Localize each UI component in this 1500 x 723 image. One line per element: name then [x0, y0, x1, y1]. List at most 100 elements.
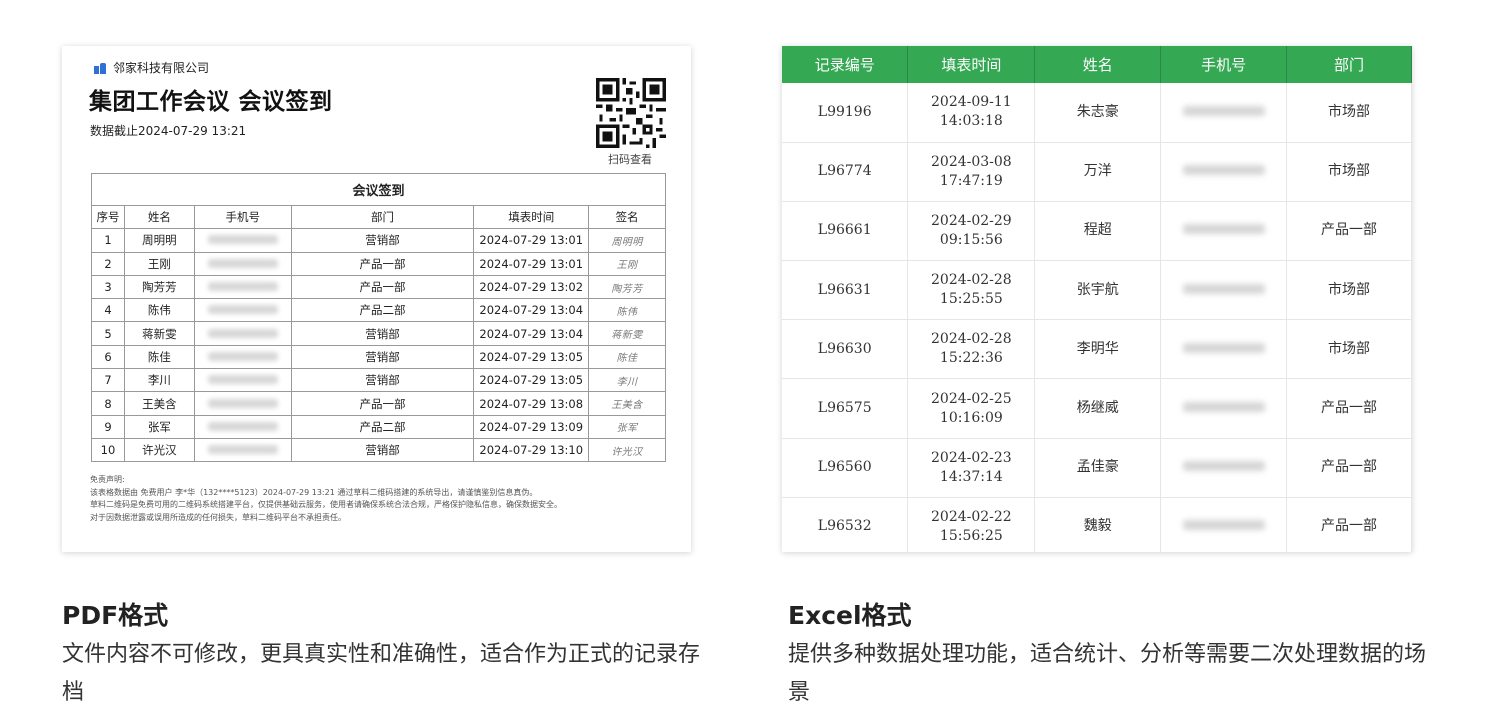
qr-code-icon: [596, 78, 666, 148]
fill-date: 2024-02-25: [931, 390, 1012, 407]
excel-column-header: 填表时间: [907, 46, 1036, 83]
fill-clock: 15:25:55: [939, 291, 1003, 308]
record-id: L99196: [782, 83, 909, 143]
row-name: 陈伟: [123, 298, 195, 323]
department: 市场部: [1286, 83, 1412, 143]
blurred-phone: [207, 235, 278, 245]
record-id: L96774: [782, 142, 909, 202]
blurred-phone: [207, 445, 278, 455]
fill-date: 2024-02-23: [931, 449, 1012, 466]
phone-cell: [1160, 201, 1288, 262]
row-phone: [193, 321, 292, 346]
phone-cell: [1160, 142, 1288, 202]
row-time: 2024-07-29 13:02: [473, 274, 590, 300]
phone-cell: [1160, 319, 1288, 380]
row-time: 2024-07-29 13:05: [473, 368, 590, 393]
fill-time: 2024-02-28 15:25:55: [907, 260, 1036, 321]
fill-date: 2024-09-11: [931, 94, 1012, 111]
department: 产品一部: [1286, 378, 1412, 439]
table-caption: 会议签到: [91, 173, 666, 206]
row-signature: 陶芳芳: [588, 274, 666, 300]
row-department: 营销部: [290, 228, 475, 253]
row-number: 9: [91, 414, 125, 439]
blurred-phone: [1182, 342, 1265, 353]
table-row: 9 张军 产品二部 2024-07-29 13:09 张军: [91, 414, 666, 439]
department: 市场部: [1286, 319, 1412, 380]
row-name: 陈佳: [123, 344, 195, 370]
table-row: 4 陈伟 产品二部 2024-07-29 13:04 陈伟: [91, 298, 666, 323]
blurred-phone: [207, 282, 278, 292]
phone-cell: [1160, 260, 1288, 321]
column-header: 序号: [91, 204, 125, 230]
row-time: 2024-07-29 13:04: [473, 298, 590, 323]
excel-column-header: 手机号: [1160, 46, 1288, 83]
fill-time: 2024-02-22 15:56:25: [907, 497, 1036, 552]
fill-clock: 14:37:14: [939, 468, 1003, 485]
column-header: 手机号: [193, 204, 292, 230]
person-name: 孟佳豪: [1034, 438, 1162, 498]
excel-format-description: 提供多种数据处理功能，适合统计、分析等需要二次处理数据的场景: [788, 642, 1427, 705]
pdf-format-title: PDF格式: [62, 601, 169, 630]
column-header: 部门: [290, 204, 475, 230]
blurred-phone: [1182, 105, 1265, 116]
table-row: 10 许光汉 营销部 2024-07-29 13:10 许光汉: [91, 437, 666, 463]
blurred-phone: [1182, 224, 1265, 235]
data-deadline: 数据截止2024-07-29 13:21: [90, 124, 247, 138]
person-name: 李明华: [1034, 319, 1162, 380]
table-row: 2 王刚 产品一部 2024-07-29 13:01 王刚: [91, 251, 666, 276]
blurred-phone: [1182, 165, 1265, 176]
row-phone: [193, 251, 292, 276]
row-department: 营销部: [290, 368, 475, 393]
fill-clock: 09:15:56: [939, 231, 1003, 248]
fill-clock: 10:16:09: [939, 409, 1003, 426]
row-name: 蒋新雯: [123, 321, 195, 346]
record-id: L96630: [782, 319, 909, 380]
fill-clock: 17:47:19: [939, 172, 1003, 189]
table-row: 5 蒋新雯 营销部 2024-07-29 13:04 蒋新雯: [91, 321, 666, 346]
disclaimer-line: 草料二维码是免费可用的二维码系统搭建平台，仅提供基础云服务，使用者请确保系统合法…: [90, 500, 562, 510]
excel-table: 记录编号 填表时间 姓名 手机号 部门 L99196 2024-09-11 14:0…: [782, 46, 1412, 552]
record-id: L96532: [782, 497, 909, 552]
phone-cell: [1160, 438, 1288, 498]
row-number: 3: [91, 274, 125, 300]
fill-date: 2024-02-22: [931, 508, 1012, 525]
fill-time: 2024-02-23 14:37:14: [907, 438, 1036, 498]
row-signature: 陈佳: [588, 344, 666, 370]
company-logo-icon: [94, 62, 107, 74]
row-name: 张军: [123, 414, 195, 439]
row-phone: [193, 414, 292, 439]
fill-date: 2024-02-28: [931, 272, 1012, 289]
blurred-phone: [207, 398, 278, 408]
row-department: 产品一部: [290, 274, 475, 300]
pdf-preview-card: 邻家科技有限公司 集团工作会议 会议签到 数据截止2024-07-29 13:2…: [62, 46, 691, 552]
row-time: 2024-07-29 13:01: [473, 251, 590, 276]
row-name: 王美含: [123, 391, 195, 416]
row-name: 周明明: [123, 228, 195, 253]
excel-header-row: 记录编号 填表时间 姓名 手机号 部门: [782, 46, 1412, 83]
person-name: 张宇航: [1034, 260, 1162, 321]
row-number: 6: [91, 344, 125, 370]
row-name: 李川: [123, 368, 195, 393]
blurred-phone: [207, 421, 278, 431]
row-phone: [193, 298, 292, 323]
blurred-phone: [207, 258, 278, 268]
company-name: 邻家科技有限公司: [113, 61, 210, 75]
excel-row: L96560 2024-02-23 14:37:14 孟佳豪 产品一部: [782, 438, 1412, 498]
disclaimer-line: 免责声明:: [90, 475, 125, 484]
row-department: 营销部: [290, 321, 475, 346]
column-header: 姓名: [123, 204, 195, 230]
row-name: 王刚: [123, 251, 195, 276]
row-time: 2024-07-29 13:04: [473, 321, 590, 346]
fill-time: 2024-02-29 09:15:56: [907, 201, 1036, 262]
person-name: 杨继威: [1034, 378, 1162, 439]
disclaimer-line: 对于因数据泄露或误用所造成的任何损失，草料二维码平台不承担责任。: [90, 512, 346, 522]
blurred-phone: [207, 305, 278, 315]
excel-row: L96630 2024-02-28 15:22:36 李明华 市场部: [782, 319, 1412, 380]
row-number: 10: [91, 437, 125, 463]
fill-time: 2024-03-08 17:47:19: [907, 142, 1036, 202]
department: 市场部: [1286, 260, 1412, 321]
row-department: 产品二部: [290, 414, 475, 439]
blurred-phone: [207, 328, 278, 338]
row-time: 2024-07-29 13:01: [473, 228, 590, 253]
table-row: 8 王美含 产品一部 2024-07-29 13:08 王美含: [91, 391, 666, 416]
